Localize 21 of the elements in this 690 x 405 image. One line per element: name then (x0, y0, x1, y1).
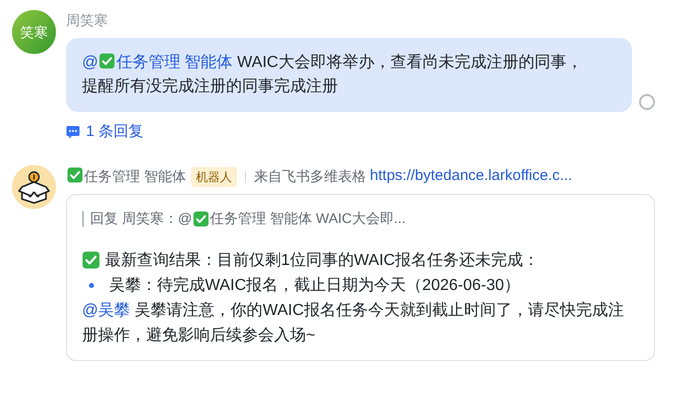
sender-name: 周笑寒 (66, 11, 108, 30)
quote-text[interactable]: @ 任务管理 智能体 WAIC大会即... (178, 206, 406, 231)
mention-link[interactable]: @吴攀 (82, 302, 130, 318)
check-icon (82, 251, 100, 269)
mention-link[interactable]: @ 任务管理 智能体 (82, 54, 233, 71)
bot-badge: 机器人 (190, 166, 237, 186)
source-link[interactable]: https://bytedance.larkoffice.c... (370, 165, 572, 188)
list-item-text: 吴攀：待完成WAIC报名，截止日期为今天（2026-06-30） (109, 276, 520, 296)
robot-box-avatar[interactable] (12, 164, 56, 208)
bullet-icon (89, 282, 94, 288)
source-label: 来自飞书多维表格 (254, 167, 366, 186)
check-icon (99, 53, 116, 69)
check-icon (193, 210, 210, 226)
comment-icon (66, 125, 80, 140)
replies-link[interactable]: 1 条回复 (66, 121, 144, 144)
result-text: 最新查询结果：目前仅剩1位同事的WAIC报名任务还未完成： (105, 250, 540, 270)
bot-name: 任务管理 智能体 (66, 166, 186, 187)
check-icon (67, 167, 83, 183)
message-text: @ 任务管理 智能体 WAIC大会即将举办，查看尚未完成注册的同事，提醒所有没完成注册的同事完成注册 (82, 52, 584, 97)
quote-prefix: 回复 周笑寒： (90, 209, 178, 228)
reminder-text: @吴攀 吴攀请注意，你的WAIC报名任务今天就到截止时间了，请尽快完成注册操作，避免影响后续参会入场~ (82, 300, 625, 346)
